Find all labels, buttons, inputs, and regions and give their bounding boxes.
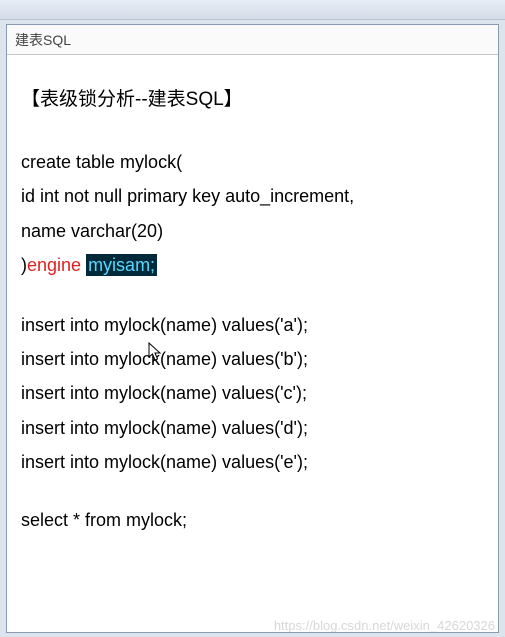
editor-content[interactable]: 【表级锁分析--建表SQL】 create table mylock( id i…	[7, 55, 498, 547]
sql-line: insert into mylock(name) values('c');	[21, 376, 484, 410]
sql-line: id int not null primary key auto_increme…	[21, 179, 484, 213]
sql-line: insert into mylock(name) values('b');	[21, 342, 484, 376]
select-block: select * from mylock;	[21, 503, 484, 537]
watermark-text: https://blog.csdn.net/weixin_42620326	[274, 618, 495, 633]
tab-bar: 建表SQL	[7, 25, 498, 55]
insert-block: insert into mylock(name) values('a'); in…	[21, 308, 484, 479]
engine-value-selected[interactable]: myisam;	[86, 254, 157, 276]
sql-line-engine: )engine myisam;	[21, 248, 484, 282]
engine-keyword: engine	[27, 255, 86, 275]
create-table-block: create table mylock( id int not null pri…	[21, 145, 484, 282]
toolbar-strip	[0, 0, 505, 20]
section-title: 【表级锁分析--建表SQL】	[21, 83, 484, 117]
sql-line: insert into mylock(name) values('a');	[21, 308, 484, 342]
tab-label[interactable]: 建表SQL	[15, 30, 71, 50]
sql-line: create table mylock(	[21, 145, 484, 179]
editor-frame: 建表SQL 【表级锁分析--建表SQL】 create table mylock…	[6, 24, 499, 633]
sql-line: name varchar(20)	[21, 214, 484, 248]
sql-line: insert into mylock(name) values('e');	[21, 445, 484, 479]
sql-line: select * from mylock;	[21, 503, 484, 537]
sql-line: insert into mylock(name) values('d');	[21, 411, 484, 445]
